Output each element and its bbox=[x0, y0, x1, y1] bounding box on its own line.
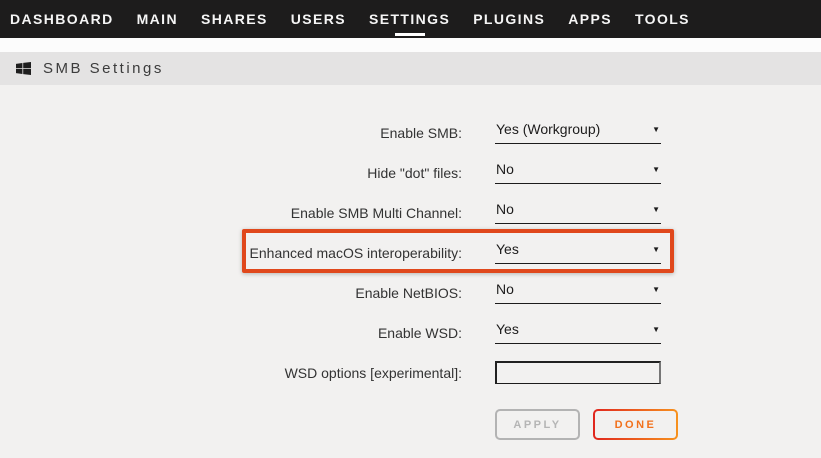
done-button[interactable]: DONE bbox=[593, 409, 678, 440]
wsd-options-label: WSD options [experimental]: bbox=[0, 363, 462, 381]
form-row-macos-interop: Enhanced macOS interoperability: Yes ▼ bbox=[0, 232, 821, 272]
hide-dot-files-value: No bbox=[496, 161, 514, 177]
nav-item-dashboard[interactable]: DASHBOARD bbox=[10, 11, 114, 27]
wsd-label: Enable WSD: bbox=[0, 323, 462, 341]
smb-settings-form: Enable SMB: Yes (Workgroup) ▼ Hide "dot"… bbox=[0, 85, 821, 440]
macos-interop-label: Enhanced macOS interoperability: bbox=[0, 243, 462, 261]
nav-item-tools[interactable]: TOOLS bbox=[635, 11, 690, 27]
apply-button[interactable]: APPLY bbox=[495, 409, 580, 440]
enable-smb-label: Enable SMB: bbox=[0, 123, 462, 141]
netbios-value: No bbox=[496, 281, 514, 297]
windows-icon bbox=[16, 62, 31, 75]
page-title: SMB Settings bbox=[43, 60, 164, 77]
nav-item-main[interactable]: MAIN bbox=[137, 11, 178, 27]
smb-multi-channel-label: Enable SMB Multi Channel: bbox=[0, 203, 462, 221]
dropdown-arrow-icon: ▼ bbox=[652, 285, 660, 294]
form-row-wsd: Enable WSD: Yes ▼ bbox=[0, 312, 821, 352]
form-row-wsd-options: WSD options [experimental]: bbox=[0, 352, 821, 392]
smb-multi-channel-select[interactable]: No ▼ bbox=[495, 201, 661, 224]
form-buttons: APPLY DONE bbox=[0, 409, 821, 440]
wsd-value: Yes bbox=[496, 321, 519, 337]
form-row-netbios: Enable NetBIOS: No ▼ bbox=[0, 272, 821, 312]
form-row-hide-dot-files: Hide "dot" files: No ▼ bbox=[0, 152, 821, 192]
form-row-smb-multi-channel: Enable SMB Multi Channel: No ▼ bbox=[0, 192, 821, 232]
nav-item-users[interactable]: USERS bbox=[291, 11, 346, 27]
nav-item-shares[interactable]: SHARES bbox=[201, 11, 268, 27]
netbios-select[interactable]: No ▼ bbox=[495, 281, 661, 304]
enable-smb-select[interactable]: Yes (Workgroup) ▼ bbox=[495, 121, 661, 144]
nav-content-gap bbox=[0, 38, 821, 52]
dropdown-arrow-icon: ▼ bbox=[652, 125, 660, 134]
hide-dot-files-select[interactable]: No ▼ bbox=[495, 161, 661, 184]
page-header: SMB Settings bbox=[0, 52, 821, 85]
nav-item-plugins[interactable]: PLUGINS bbox=[473, 11, 545, 27]
wsd-select[interactable]: Yes ▼ bbox=[495, 321, 661, 344]
netbios-label: Enable NetBIOS: bbox=[0, 283, 462, 301]
wsd-options-input[interactable] bbox=[495, 361, 661, 384]
dropdown-arrow-icon: ▼ bbox=[652, 205, 660, 214]
nav-item-settings[interactable]: SETTINGS bbox=[369, 11, 450, 27]
nav-item-apps[interactable]: APPS bbox=[568, 11, 612, 27]
form-row-enable-smb: Enable SMB: Yes (Workgroup) ▼ bbox=[0, 112, 821, 152]
macos-interop-value: Yes bbox=[496, 241, 519, 257]
dropdown-arrow-icon: ▼ bbox=[652, 245, 660, 254]
dropdown-arrow-icon: ▼ bbox=[652, 165, 660, 174]
enable-smb-value: Yes (Workgroup) bbox=[496, 121, 600, 137]
top-navigation: DASHBOARD MAIN SHARES USERS SETTINGS PLU… bbox=[0, 0, 821, 38]
hide-dot-files-label: Hide "dot" files: bbox=[0, 163, 462, 181]
smb-multi-channel-value: No bbox=[496, 201, 514, 217]
dropdown-arrow-icon: ▼ bbox=[652, 325, 660, 334]
macos-interop-select[interactable]: Yes ▼ bbox=[495, 241, 661, 264]
